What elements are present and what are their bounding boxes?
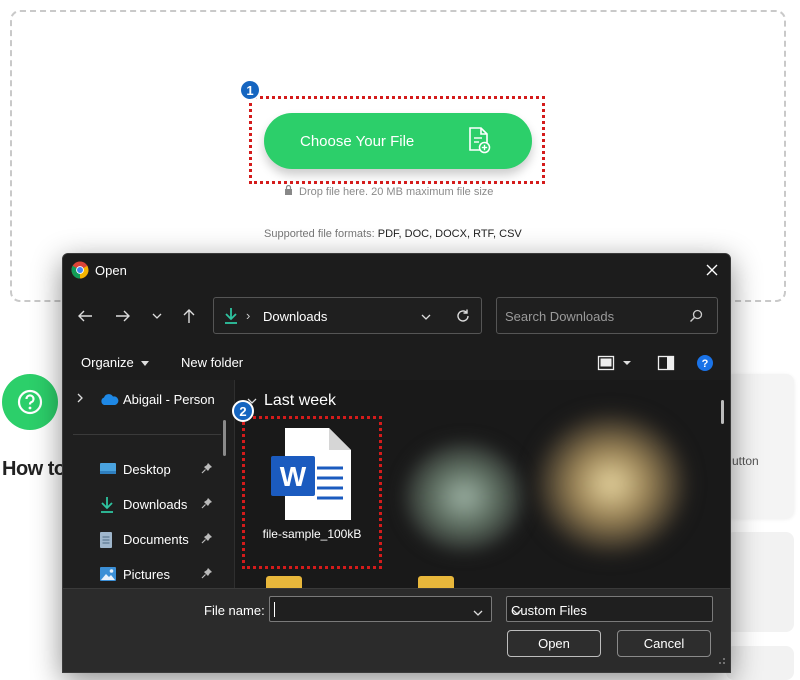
address-bar[interactable]: › Downloads	[213, 297, 482, 334]
new-folder-button[interactable]: New folder	[181, 355, 243, 370]
document-icon	[99, 531, 113, 552]
help-icon[interactable]: ?	[696, 354, 714, 377]
search-input[interactable]	[505, 306, 685, 326]
group-header-label: Last week	[264, 392, 337, 409]
pin-icon[interactable]	[201, 567, 213, 582]
side-card-text: utton	[732, 454, 759, 468]
resize-grip-icon[interactable]	[716, 652, 726, 670]
blurred-thumbnail[interactable]	[404, 442, 524, 552]
tree-item-downloads-label: Downloads	[123, 497, 188, 512]
file-list-scrollbar[interactable]	[721, 400, 724, 424]
tree-item-downloads[interactable]: Downloads	[63, 490, 223, 518]
text-caret	[274, 602, 275, 617]
file-type-select[interactable]: Custom Files	[506, 596, 713, 622]
dialog-content: Abigail - Person Desktop Downloads Docum…	[63, 380, 730, 588]
svg-text:?: ?	[702, 358, 709, 370]
supported-formats: Supported file formats: PDF, DOC, DOCX, …	[264, 228, 522, 240]
tree-item-onedrive-label: Abigail - Person	[123, 392, 215, 407]
tree-item-documents-label: Documents	[123, 532, 189, 547]
navigation-bar: › Downloads	[63, 286, 730, 346]
drop-note: Drop file here. 20 MB maximum file size	[284, 184, 494, 198]
file-name-field[interactable]	[269, 596, 492, 622]
download-icon	[99, 496, 115, 517]
expand-chevron-icon[interactable]	[75, 392, 85, 407]
up-arrow-icon[interactable]	[178, 305, 200, 327]
lock-icon	[284, 184, 293, 198]
help-circle-icon	[2, 374, 58, 430]
folder-icon	[266, 576, 302, 588]
organize-menu[interactable]: Organize	[81, 355, 150, 370]
address-path: Downloads	[263, 309, 328, 324]
dialog-title: Open	[95, 263, 127, 278]
tree-item-desktop[interactable]: Desktop	[63, 455, 223, 483]
forward-arrow-icon[interactable]	[112, 305, 134, 327]
file-name-label: File name:	[204, 603, 265, 618]
dialog-footer: File name: Custom Files Open Cancel	[63, 588, 730, 672]
caret-down-icon	[140, 360, 149, 366]
picture-icon	[99, 566, 117, 585]
tree-item-desktop-label: Desktop	[123, 462, 171, 477]
navigation-pane: Abigail - Person Desktop Downloads Docum…	[63, 380, 235, 588]
view-options-icon[interactable]	[597, 354, 633, 377]
howto-heading: How to	[2, 458, 66, 480]
preview-pane-icon[interactable]	[657, 354, 675, 377]
folder-icon	[418, 576, 454, 588]
drop-note-text: Drop file here. 20 MB maximum file size	[299, 185, 494, 198]
highlight-box-step-2	[242, 416, 382, 569]
supported-prefix: Supported file formats:	[264, 228, 378, 240]
side-card: utton	[726, 374, 794, 518]
close-icon[interactable]	[702, 260, 722, 280]
navigation-scrollbar[interactable]	[223, 420, 226, 456]
download-icon	[223, 307, 239, 330]
blurred-thumbnail[interactable]	[536, 414, 686, 554]
onedrive-cloud-icon	[99, 393, 119, 409]
tree-item-pictures-label: Pictures	[123, 567, 170, 582]
chrome-logo-icon	[71, 261, 89, 279]
pin-icon[interactable]	[201, 532, 213, 547]
refresh-icon[interactable]	[455, 308, 471, 329]
pin-icon[interactable]	[201, 462, 213, 477]
cancel-button[interactable]: Cancel	[617, 630, 711, 657]
desktop-icon	[99, 461, 117, 480]
dialog-titlebar: Open	[63, 254, 730, 286]
search-box[interactable]	[496, 297, 718, 334]
breadcrumb-separator-icon: ›	[246, 308, 251, 323]
highlight-box-step-1	[249, 96, 545, 184]
tree-item-documents[interactable]: Documents	[63, 525, 223, 553]
open-file-dialog: Open › Downloads Search Downloads Organi…	[62, 253, 731, 673]
back-arrow-icon[interactable]	[74, 305, 96, 327]
side-card-3	[726, 646, 794, 680]
tree-item-pictures[interactable]: Pictures	[63, 560, 223, 588]
recent-locations-chevron-icon[interactable]	[146, 305, 168, 327]
organize-label: Organize	[81, 355, 134, 370]
pin-icon[interactable]	[201, 497, 213, 512]
pane-divider	[73, 434, 221, 435]
group-header[interactable]: Last week	[246, 392, 336, 410]
side-card-2	[726, 532, 794, 632]
chevron-down-icon[interactable]	[472, 605, 484, 623]
supported-formats-list: PDF, DOC, DOCX, RTF, CSV	[377, 228, 522, 240]
command-bar: Organize New folder ?	[63, 346, 730, 380]
chevron-down-icon	[511, 605, 705, 620]
search-icon	[689, 309, 703, 328]
chevron-down-icon[interactable]	[419, 310, 433, 329]
tree-item-onedrive[interactable]: Abigail - Person	[63, 385, 223, 413]
step-badge-1: 1	[239, 79, 261, 101]
step-badge-2: 2	[232, 400, 254, 422]
open-button[interactable]: Open	[507, 630, 601, 657]
